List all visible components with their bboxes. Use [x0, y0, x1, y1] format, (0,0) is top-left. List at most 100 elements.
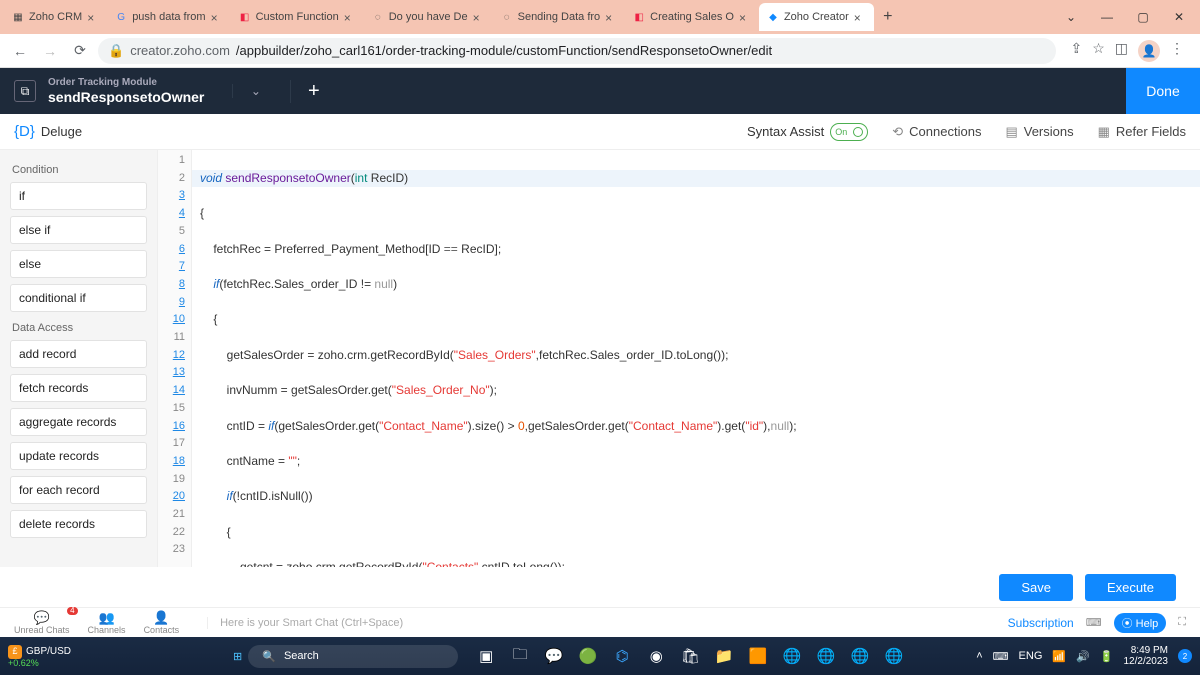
teams-icon[interactable]: 💬 [540, 642, 568, 670]
address-bar[interactable]: 🔒 creator.zoho.com/appbuilder/zoho_carl1… [98, 38, 1056, 64]
app-status-bar: 💬 4 Unread Chats 👥 Channels 👤 Contacts H… [0, 607, 1200, 637]
close-icon[interactable]: × [854, 11, 866, 23]
app2-icon[interactable]: 🟧 [744, 642, 772, 670]
chevron-down-icon[interactable]: ⌄ [1054, 3, 1088, 31]
browser-tab[interactable]: ◌Sending Data fro× [493, 3, 626, 31]
fields-icon: ▦ [1098, 124, 1110, 140]
clock[interactable]: 8:49 PM 12/2/2023 [1124, 645, 1169, 667]
subscription-link[interactable]: Subscription [1008, 616, 1074, 630]
connections-button[interactable]: ⟲Connections [892, 124, 981, 140]
refer-fields-button[interactable]: ▦Refer Fields [1098, 124, 1186, 140]
snippet-foreach-record[interactable]: for each record [10, 476, 147, 504]
contacts[interactable]: 👤 Contacts [144, 611, 180, 635]
contacts-icon: 👤 [153, 611, 169, 624]
snippet-update-records[interactable]: update records [10, 442, 147, 470]
switch-on[interactable]: On [830, 123, 868, 141]
volume-icon[interactable]: 🔊 [1076, 650, 1090, 663]
chrome2-icon[interactable]: 🌐 [812, 642, 840, 670]
code-editor[interactable]: 1234567891011121314151617181920212223 vo… [158, 150, 1200, 567]
minimize-icon[interactable]: — [1090, 3, 1124, 31]
snippet-elseif[interactable]: else if [10, 216, 147, 244]
execute-button[interactable]: Execute [1085, 574, 1176, 601]
browser-tab-strip: ▦Zoho CRM× Gpush data from× ◧Custom Func… [0, 0, 1200, 34]
versions-icon: ▤ [1005, 124, 1017, 140]
start-button[interactable]: ⊞ [233, 650, 242, 663]
smart-chat-input[interactable]: Here is your Smart Chat (Ctrl+Space) [207, 617, 990, 629]
vscode-icon[interactable]: ⌬ [608, 642, 636, 670]
back-button[interactable]: ← [8, 39, 32, 63]
app-header: ⧉ Order Tracking Module sendResponsetoOw… [0, 68, 1200, 114]
close-icon[interactable]: × [739, 11, 751, 23]
help-button[interactable]: ⦿ Help [1114, 613, 1167, 633]
lang-indicator[interactable]: ENG [1019, 650, 1043, 662]
versions-button[interactable]: ▤Versions [1005, 124, 1073, 140]
explorer2-icon[interactable]: 📁 [710, 642, 738, 670]
tab-favicon: ◧ [239, 11, 251, 23]
browser-tab[interactable]: ◧Creating Sales O× [625, 3, 759, 31]
function-dropdown[interactable]: ⌄ [232, 84, 278, 98]
tab-favicon: ▦ [12, 11, 24, 23]
syntax-assist-toggle[interactable]: Syntax Assist On [747, 123, 868, 141]
unread-chats[interactable]: 💬 4 Unread Chats [14, 611, 70, 635]
close-icon[interactable]: × [605, 11, 617, 23]
copilot-icon[interactable]: ◉ [642, 642, 670, 670]
profile-avatar[interactable]: 👤 [1138, 40, 1160, 62]
snippet-else[interactable]: else [10, 250, 147, 278]
menu-icon[interactable]: ⋮ [1170, 40, 1184, 62]
done-button[interactable]: Done [1126, 68, 1200, 114]
forex-widget[interactable]: £GBP/USD +0.62% [8, 645, 81, 668]
expand-icon[interactable]: ⛶ [1178, 616, 1186, 629]
store-icon[interactable]: 🛍 [676, 642, 704, 670]
new-tab-button[interactable]: + [874, 8, 902, 26]
snippet-fetch-records[interactable]: fetch records [10, 374, 147, 402]
chrome-icon[interactable]: 🌐 [778, 642, 806, 670]
notification-badge[interactable]: 2 [1178, 649, 1192, 663]
wifi-icon[interactable]: 📶 [1052, 650, 1066, 663]
snippet-add-record[interactable]: add record [10, 340, 147, 368]
explorer-icon[interactable]: 🗀 [506, 642, 534, 670]
save-button[interactable]: Save [999, 574, 1073, 601]
workflow-icon[interactable]: ⧉ [14, 80, 36, 102]
reload-button[interactable]: ⟳ [68, 39, 92, 63]
url-path: /appbuilder/zoho_carl161/order-tracking-… [236, 43, 772, 58]
forward-button[interactable]: → [38, 39, 62, 63]
extensions-icon[interactable]: ◫ [1115, 40, 1128, 62]
taskbar-search[interactable]: 🔍 Search [248, 645, 458, 668]
snippet-sidebar: Condition if else if else conditional if… [0, 150, 158, 567]
add-function-button[interactable]: + [290, 80, 336, 103]
snippet-if[interactable]: if [10, 182, 147, 210]
snippet-delete-records[interactable]: delete records [10, 510, 147, 538]
chrome3-icon[interactable]: 🌐 [846, 642, 874, 670]
taskview-icon[interactable]: ▣ [472, 642, 500, 670]
language-indicator[interactable]: {D} Deluge [14, 123, 82, 140]
snippet-conditional-if[interactable]: conditional if [10, 284, 147, 312]
snippet-aggregate-records[interactable]: aggregate records [10, 408, 147, 436]
close-icon[interactable]: × [473, 11, 485, 23]
close-icon[interactable]: × [87, 11, 99, 23]
close-icon[interactable]: ✕ [1162, 3, 1196, 31]
keyboard-tray-icon[interactable]: ⌨ [993, 650, 1009, 663]
lock-icon: 🔒 [108, 43, 124, 59]
maximize-icon[interactable]: ▢ [1126, 3, 1160, 31]
bookmark-icon[interactable]: ☆ [1092, 40, 1105, 62]
keyboard-icon[interactable]: ⌨ [1086, 616, 1102, 629]
editor-main: Condition if else if else conditional if… [0, 150, 1200, 567]
tray-chevron-icon[interactable]: ˄ [976, 650, 982, 662]
chrome4-icon[interactable]: 🌐 [880, 642, 908, 670]
battery-icon[interactable]: 🔋 [1100, 650, 1114, 663]
chat-icon: 💬 [34, 611, 50, 624]
share-icon[interactable]: ⇪ [1070, 40, 1082, 62]
browser-tab[interactable]: ▦Zoho CRM× [4, 3, 107, 31]
browser-tab[interactable]: ◧Custom Function× [231, 3, 364, 31]
close-icon[interactable]: × [211, 11, 223, 23]
tab-favicon: G [115, 11, 127, 23]
app-icon[interactable]: 🟢 [574, 642, 602, 670]
close-icon[interactable]: × [344, 11, 356, 23]
channels[interactable]: 👥 Channels [88, 611, 126, 635]
browser-tab[interactable]: Gpush data from× [107, 3, 230, 31]
editor-actions: Save Execute [0, 567, 1200, 607]
browser-tab-active[interactable]: ◆Zoho Creator× [759, 3, 874, 31]
tab-favicon: ◆ [767, 11, 779, 23]
code-area[interactable]: void sendResponsetoOwner(int RecID) { fe… [192, 150, 1200, 567]
browser-tab[interactable]: ◌Do you have De× [364, 3, 493, 31]
